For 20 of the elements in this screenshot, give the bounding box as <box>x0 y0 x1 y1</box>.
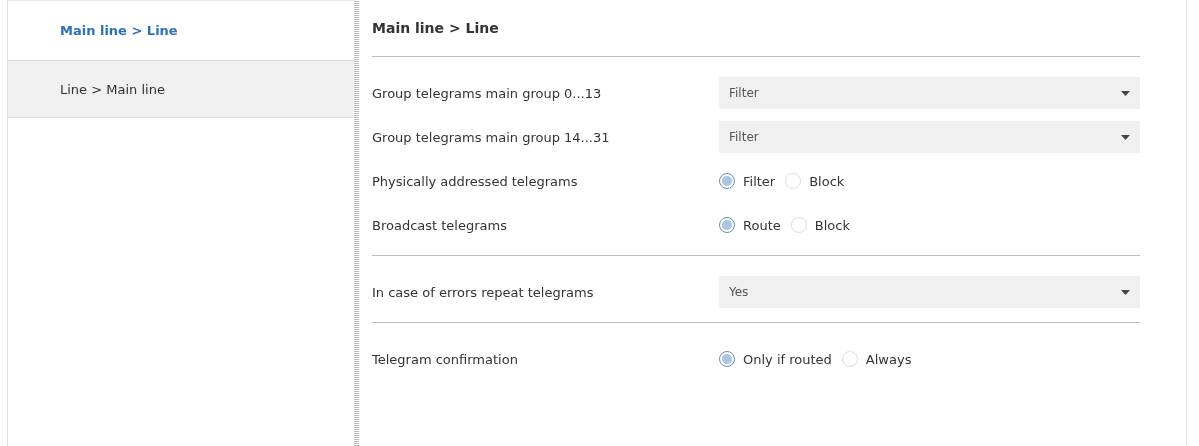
radio-option[interactable]: Route <box>719 217 781 233</box>
radio-option[interactable]: Block <box>790 217 850 233</box>
radio-option[interactable]: Block <box>785 173 845 189</box>
dropdown-caret-icon <box>1121 90 1130 96</box>
field-label: Group telegrams main group 14...31 <box>372 129 611 145</box>
dropdown[interactable]: Filter <box>719 121 1140 153</box>
dropdown-caret-icon <box>1121 289 1130 295</box>
field-label: Group telegrams main group 0...13 <box>372 85 603 101</box>
field-label: Physically addressed telegrams <box>372 173 579 189</box>
radio-option[interactable]: Only if routed <box>719 351 832 367</box>
field-label: In case of errors repeat telegrams <box>372 284 595 300</box>
field-label: Telegram confirmation <box>372 351 519 367</box>
dropdown[interactable]: Filter <box>719 77 1140 109</box>
dropdown[interactable]: Yes <box>719 276 1140 308</box>
field-label: Broadcast telegrams <box>372 217 508 233</box>
panel-title: Main line > Line <box>372 20 500 38</box>
radio-option[interactable]: Filter <box>719 173 776 189</box>
dropdown-caret-icon <box>1121 134 1130 140</box>
radio-option[interactable]: Always <box>841 351 912 367</box>
sidebar-item[interactable]: Line > Main line <box>8 61 354 118</box>
